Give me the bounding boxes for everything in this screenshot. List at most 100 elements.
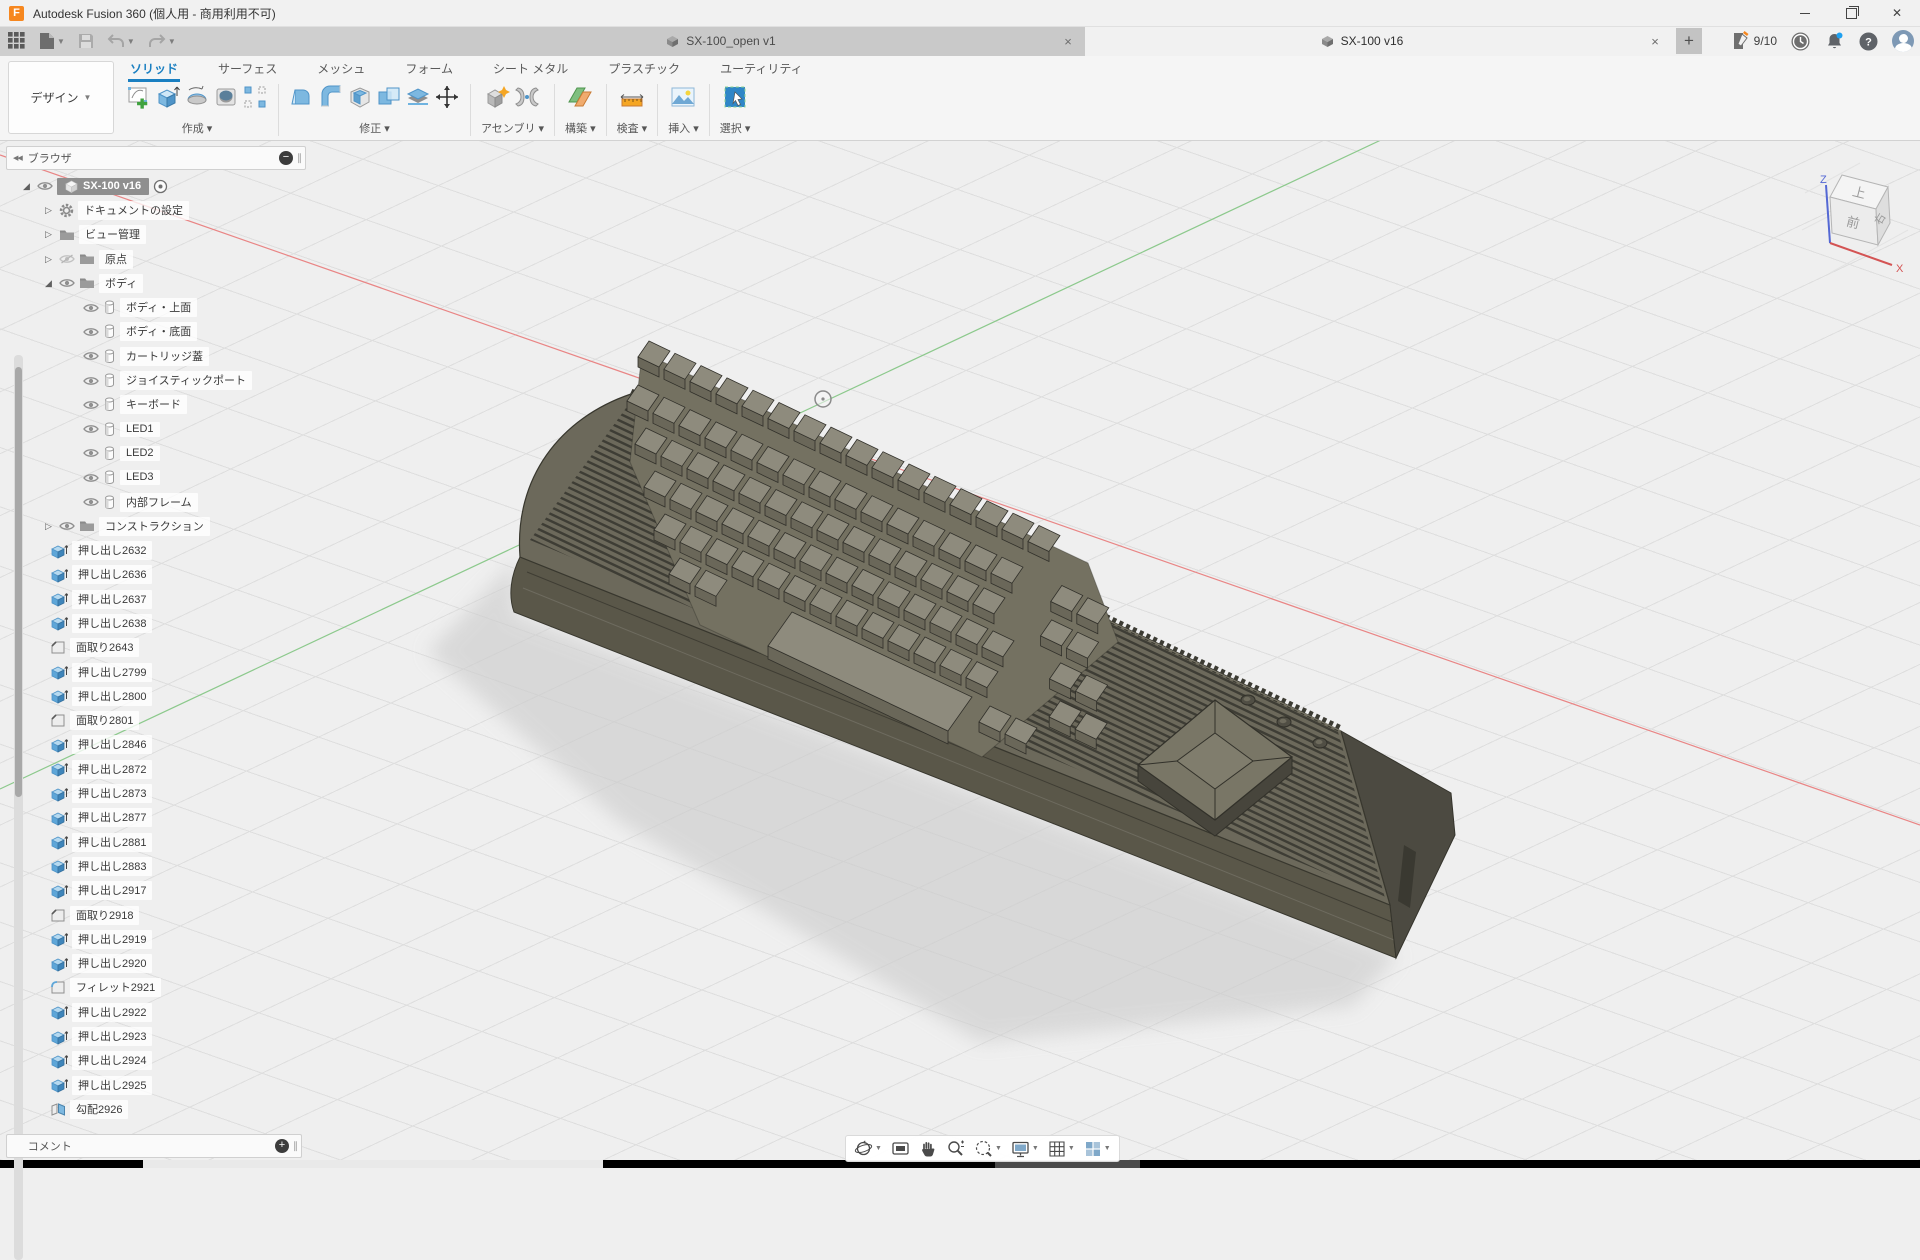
browser-node-label[interactable]: 内部フレーム	[120, 493, 198, 512]
feature-row-extrude[interactable]: 押し出し2883	[6, 854, 306, 878]
feature-row-extrude[interactable]: 押し出し2924	[6, 1049, 306, 1073]
file-new-icon[interactable]: ▼	[39, 32, 65, 50]
feature-row-extrude[interactable]: 押し出し2872	[6, 757, 306, 781]
expander-expanded-icon[interactable]: ◢	[20, 181, 33, 192]
app-grid-icon[interactable]	[8, 32, 26, 50]
visibility-eye-icon[interactable]	[59, 521, 75, 531]
panel-grip-icon[interactable]: ∥	[293, 1141, 298, 1152]
feature-label[interactable]: 押し出し2636	[72, 565, 152, 584]
feature-label[interactable]: 押し出し2919	[72, 930, 152, 949]
visibility-eye-icon[interactable]	[37, 181, 53, 191]
feature-row-extrude[interactable]: 押し出し2923	[6, 1024, 306, 1048]
measure-icon[interactable]	[619, 84, 645, 110]
window-zoom-icon[interactable]: ▼	[974, 1139, 1002, 1158]
extrude-icon[interactable]	[155, 84, 181, 110]
ribbon-tab-2[interactable]: メッシュ	[315, 57, 367, 80]
restore-button[interactable]	[1828, 0, 1874, 26]
joint-icon[interactable]	[514, 84, 540, 110]
feature-row-extrude[interactable]: 押し出し2846	[6, 733, 306, 757]
grid-settings-icon[interactable]: ▼	[1048, 1140, 1075, 1158]
visibility-eye-icon[interactable]	[83, 473, 99, 483]
orbit-icon[interactable]: ▼	[854, 1139, 882, 1158]
feature-row-extrude[interactable]: 押し出し2638	[6, 611, 306, 635]
visibility-eye-icon[interactable]	[83, 400, 99, 410]
new-component-icon[interactable]	[485, 84, 511, 110]
hole-icon[interactable]	[213, 84, 239, 110]
browser-row[interactable]: 内部フレーム	[6, 490, 306, 514]
visibility-eye-icon[interactable]	[83, 424, 99, 434]
feature-label[interactable]: 押し出し2920	[72, 954, 152, 973]
panel-remove-icon[interactable]: −	[279, 151, 293, 165]
feature-label[interactable]: 押し出し2922	[72, 1003, 152, 1022]
feature-row-chamfer[interactable]: 面取り2801	[6, 709, 306, 733]
browser-node-label[interactable]: ビュー管理	[79, 225, 146, 244]
feature-label[interactable]: 押し出し2925	[72, 1076, 152, 1095]
browser-node-label[interactable]: コンストラクション	[99, 517, 210, 536]
feature-label[interactable]: 押し出し2873	[72, 784, 152, 803]
visibility-eye-icon[interactable]	[83, 448, 99, 458]
browser-node-label[interactable]: ボディ	[99, 274, 143, 293]
browser-row[interactable]: LED3	[6, 466, 306, 490]
browser-row[interactable]: ▷原点	[6, 247, 306, 271]
feature-label[interactable]: 面取り2801	[70, 711, 139, 730]
ribbon-tab-4[interactable]: シート メタル	[491, 57, 570, 80]
visibility-eye-icon[interactable]	[83, 327, 99, 337]
clock-icon[interactable]	[1790, 31, 1811, 52]
browser-row[interactable]: ジョイスティックポート	[6, 368, 306, 392]
feature-row-fillet[interactable]: フィレット2921	[6, 976, 306, 1000]
browser-row[interactable]: ◢ SX-100 v16	[6, 174, 306, 198]
feature-row-extrude[interactable]: 押し出し2920	[6, 952, 306, 976]
help-icon[interactable]: ?	[1858, 31, 1879, 52]
browser-node-label[interactable]: ジョイスティックポート	[120, 371, 252, 390]
pattern-icon[interactable]	[242, 84, 268, 110]
ribbon-group-label[interactable]: 挿入 ▾	[668, 120, 699, 137]
browser-node-label[interactable]: ボディ・底面	[120, 322, 197, 341]
feature-label[interactable]: 押し出し2799	[72, 663, 152, 682]
comment-panel-header[interactable]: ◀◀ コメント + ∥	[6, 1134, 302, 1158]
feature-label[interactable]: 押し出し2881	[72, 833, 152, 852]
feature-label[interactable]: 面取り2918	[70, 906, 139, 925]
browser-row[interactable]: ボディ・上面	[6, 295, 306, 319]
browser-node-label[interactable]: ボディ・上面	[120, 298, 197, 317]
browser-row[interactable]: ▷ コンストラクション	[6, 514, 306, 538]
browser-row[interactable]: LED2	[6, 441, 306, 465]
notifications-bell-icon[interactable]	[1824, 31, 1845, 52]
browser-row[interactable]: キーボード	[6, 393, 306, 417]
move-icon[interactable]	[434, 84, 460, 110]
browser-node-label[interactable]: キーボード	[120, 395, 187, 414]
feature-label[interactable]: 押し出し2917	[72, 881, 152, 900]
browser-node-selected[interactable]: SX-100 v16	[57, 178, 149, 195]
browser-node-label[interactable]: カートリッジ蓋	[120, 347, 209, 366]
feature-row-chamfer[interactable]: 面取り2918	[6, 903, 306, 927]
tab-close-icon[interactable]: ×	[1057, 34, 1079, 49]
expander-collapsed-icon[interactable]: ▷	[42, 521, 55, 532]
feature-row-extrude[interactable]: 押し出し2799	[6, 660, 306, 684]
expander-collapsed-icon[interactable]: ▷	[42, 229, 55, 240]
pan-icon[interactable]	[919, 1140, 937, 1158]
browser-row[interactable]: ▷ ビュー管理	[6, 223, 306, 247]
ribbon-tab-6[interactable]: ユーティリティ	[718, 57, 805, 80]
feature-row-extrude[interactable]: 押し出し2917	[6, 879, 306, 903]
browser-node-label[interactable]: ドキュメントの設定	[78, 201, 189, 220]
feature-row-chamfer[interactable]: 面取り2643	[6, 636, 306, 660]
ribbon-group-label[interactable]: 選択 ▾	[720, 120, 751, 137]
browser-row[interactable]: ◢ボディ	[6, 271, 306, 295]
ribbon-group-label[interactable]: 作成 ▾	[182, 120, 213, 137]
feature-label[interactable]: 押し出し2638	[72, 614, 152, 633]
feature-row-draft[interactable]: 勾配2926	[6, 1097, 306, 1121]
collapse-arrows-icon[interactable]: ◀◀	[13, 154, 22, 162]
feature-label[interactable]: 押し出し2883	[72, 857, 152, 876]
ribbon-group-label[interactable]: 修正 ▾	[359, 120, 390, 137]
feature-label[interactable]: 押し出し2924	[72, 1051, 152, 1070]
browser-row[interactable]: LED1	[6, 417, 306, 441]
feature-row-extrude[interactable]: 押し出し2919	[6, 927, 306, 951]
visibility-eye-icon[interactable]	[83, 497, 99, 507]
document-tab-active[interactable]: SX-100 v16 ×	[1085, 26, 1672, 56]
save-icon[interactable]	[78, 33, 94, 49]
close-button[interactable]: ✕	[1874, 0, 1920, 26]
feature-row-extrude[interactable]: 押し出し2881	[6, 830, 306, 854]
shell-icon[interactable]	[347, 84, 373, 110]
feature-row-extrude[interactable]: 押し出し2877	[6, 806, 306, 830]
construction-plane-icon[interactable]	[567, 84, 593, 110]
browser-node-label[interactable]: 原点	[99, 250, 133, 269]
